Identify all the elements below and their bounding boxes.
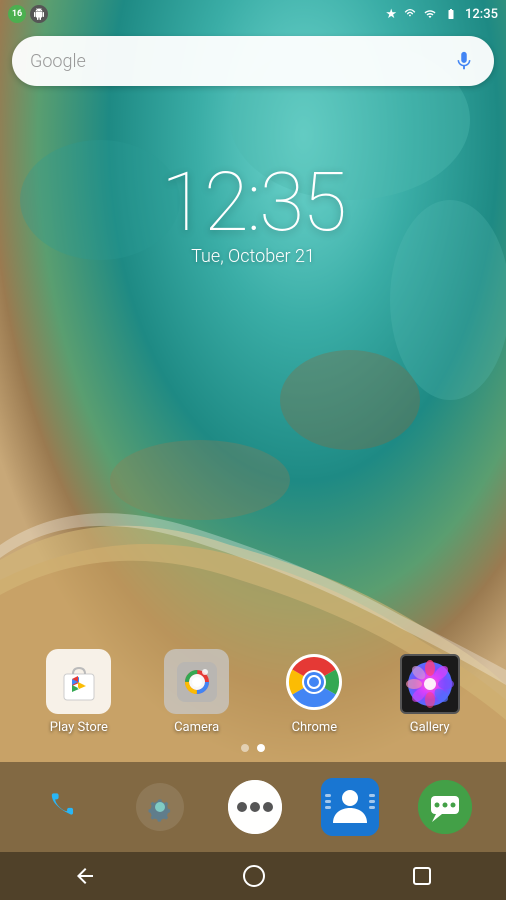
dock-contacts[interactable] bbox=[321, 778, 379, 836]
dock-launcher[interactable] bbox=[228, 780, 282, 834]
app-play-store[interactable]: Play Store bbox=[46, 649, 111, 735]
page-dot-2[interactable] bbox=[257, 744, 265, 752]
dock-settings[interactable] bbox=[131, 778, 189, 836]
status-right: ★ 12:35 bbox=[385, 7, 498, 22]
camera-icon-bg bbox=[164, 649, 229, 714]
chrome-label: Chrome bbox=[292, 720, 338, 735]
page-dots bbox=[0, 744, 506, 752]
app-camera[interactable]: Camera bbox=[164, 649, 229, 735]
gallery-icon-bg bbox=[400, 654, 460, 714]
home-button[interactable] bbox=[242, 864, 266, 888]
page-dot-1[interactable] bbox=[241, 744, 249, 752]
android-icon bbox=[30, 5, 48, 23]
camera-label: Camera bbox=[174, 720, 219, 735]
status-clock: 12:35 bbox=[465, 7, 498, 22]
recents-button[interactable] bbox=[411, 865, 433, 887]
clock-date: Tue, October 21 bbox=[0, 246, 506, 267]
battery-icon bbox=[442, 8, 460, 20]
mic-icon[interactable] bbox=[452, 49, 476, 73]
clock-time: 12:35 bbox=[0, 155, 506, 251]
gallery-label: Gallery bbox=[410, 720, 450, 735]
nav-bar bbox=[0, 852, 506, 900]
chrome-icon-bg bbox=[282, 649, 347, 714]
dock bbox=[0, 762, 506, 852]
search-placeholder: Google bbox=[30, 51, 452, 72]
back-button[interactable] bbox=[73, 864, 97, 888]
star-icon: ★ bbox=[385, 7, 397, 22]
clock-widget: 12:35 Tue, October 21 bbox=[0, 155, 506, 267]
wifi-icon bbox=[402, 8, 418, 20]
play-store-label: Play Store bbox=[50, 720, 108, 735]
status-bar: 16 ★ 12:35 bbox=[0, 0, 506, 28]
dock-hangouts[interactable] bbox=[418, 780, 472, 834]
dock-phone[interactable] bbox=[34, 778, 92, 836]
notification-badge-16: 16 bbox=[8, 5, 26, 23]
status-left: 16 bbox=[8, 5, 48, 23]
app-gallery[interactable]: Gallery bbox=[400, 654, 460, 735]
app-row: Play Store Camera bbox=[0, 649, 506, 735]
signal-icon bbox=[423, 8, 437, 20]
play-store-icon bbox=[46, 649, 111, 714]
search-bar[interactable]: Google bbox=[12, 36, 494, 86]
app-chrome[interactable]: Chrome bbox=[282, 649, 347, 735]
